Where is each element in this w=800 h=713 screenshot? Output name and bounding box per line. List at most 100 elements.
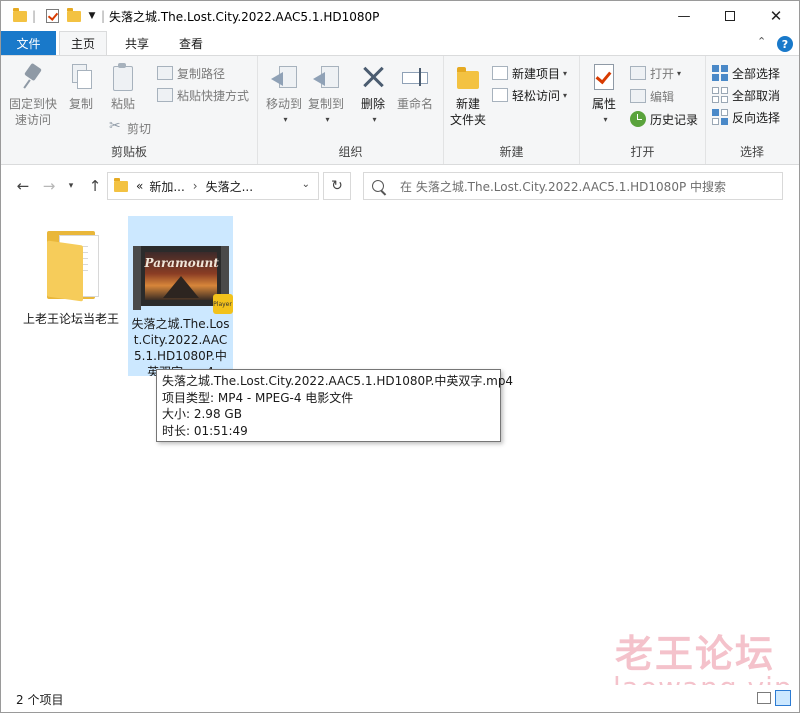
- item-count: 2 个项目: [16, 693, 64, 707]
- select-all-button[interactable]: 全部选择: [712, 63, 780, 83]
- ribbon: 固定到快 速访问 复制 粘贴 复制路径 粘贴快捷方式 剪切 剪贴: [1, 55, 799, 165]
- copy-to-icon: [311, 62, 341, 92]
- paste-shortcut-button[interactable]: 粘贴快捷方式: [157, 85, 249, 105]
- easy-access-button[interactable]: 轻松访问 ▾: [492, 85, 567, 105]
- new-folder-button[interactable]: 新建 文件夹: [446, 62, 490, 128]
- navigation-bar: ← → ▾ ↑ « 新加... › 失落之... ⌄ ↻ 在 失落之城.The.…: [1, 165, 799, 207]
- item-name: 上老王论坛当老王: [23, 312, 120, 326]
- delete-button[interactable]: 删除 ▾: [356, 62, 390, 128]
- up-button[interactable]: ↑: [85, 176, 105, 196]
- collapse-ribbon-icon[interactable]: ⌃: [757, 35, 766, 48]
- thumbnail-brand-text: Paramount: [144, 256, 219, 270]
- new-folder-icon: [453, 62, 483, 92]
- select-none-button[interactable]: 全部取消: [712, 85, 780, 105]
- chevron-right-icon: ›: [192, 179, 198, 193]
- cut-button[interactable]: 剪切: [109, 118, 151, 138]
- chevron-down-icon: ▾: [677, 68, 682, 78]
- folder-icon: [114, 177, 128, 192]
- customize-quick-access-icon[interactable]: ▼: [85, 7, 99, 25]
- copy-to-button[interactable]: 复制到 ▾: [304, 62, 348, 128]
- tooltip-name: 失落之城.The.Lost.City.2022.AAC5.1.HD1080P.中…: [162, 374, 514, 388]
- edit-button[interactable]: 编辑: [630, 86, 674, 106]
- open-button[interactable]: 打开 ▾: [630, 63, 681, 83]
- folder-icon: [11, 7, 29, 25]
- invert-selection-button[interactable]: 反向选择: [712, 107, 780, 127]
- tab-home[interactable]: 主页: [59, 31, 107, 55]
- back-button[interactable]: ←: [13, 176, 33, 196]
- chevron-down-icon: ▾: [563, 90, 568, 100]
- copy-icon: [70, 62, 92, 90]
- new-item-button[interactable]: 新建项目 ▾: [492, 63, 567, 83]
- group-new: 新建 文件夹 新建项目 ▾ 轻松访问 ▾ 新建: [444, 56, 580, 164]
- breadcrumb-current-folder[interactable]: 失落之...: [206, 178, 253, 195]
- paste-icon: [111, 62, 135, 92]
- player-badge-icon: Player: [212, 294, 233, 314]
- paste-shortcut-icon: [157, 88, 173, 102]
- forward-button[interactable]: →: [39, 176, 59, 196]
- explorer-window: | ▼ | 失落之城.The.Lost.City.2022.AAC5.1.HD1…: [0, 0, 800, 713]
- search-box[interactable]: 在 失落之城.The.Lost.City.2022.AAC5.1.HD1080P…: [363, 172, 783, 200]
- arrow-left-icon: ←: [16, 177, 30, 195]
- breadcrumb-overflow[interactable]: «: [136, 179, 143, 193]
- folder-icon: [39, 223, 103, 305]
- tooltip-duration: 时长: 01:51:49: [162, 423, 248, 438]
- tooltip-type: 项目类型: MP4 - MPEG-4 电影文件: [162, 390, 354, 405]
- group-label-clipboard: 剪贴板: [110, 145, 147, 159]
- close-button[interactable]: ✕: [753, 1, 799, 31]
- copy-button[interactable]: 复制: [63, 62, 99, 112]
- address-bar[interactable]: « 新加... › 失落之... ⌄: [107, 172, 319, 200]
- properties-quick-icon[interactable]: [43, 7, 61, 25]
- status-bar: 2 个项目: [1, 685, 799, 712]
- group-label-select: 选择: [739, 145, 764, 159]
- group-label-open: 打开: [630, 145, 655, 159]
- details-view-icon[interactable]: [757, 692, 771, 704]
- paste-button[interactable]: 粘贴: [105, 62, 141, 112]
- maximize-button[interactable]: [707, 1, 753, 31]
- close-icon: ✕: [769, 7, 783, 25]
- minimize-icon: —: [677, 8, 691, 24]
- list-item-folder[interactable]: 上老王论坛当老王: [23, 223, 119, 327]
- breadcrumb-drive[interactable]: 新加...: [149, 178, 184, 195]
- item-name: 失落之城.The.Lost.City.2022.AAC5.1.HD1080P.中…: [131, 317, 230, 376]
- group-clipboard: 固定到快 速访问 复制 粘贴 复制路径 粘贴快捷方式 剪切 剪贴: [1, 56, 258, 164]
- new-folder-quick-icon[interactable]: [65, 7, 83, 25]
- properties-icon: [590, 62, 618, 92]
- chevron-down-icon[interactable]: ⌄: [302, 179, 310, 190]
- move-to-button[interactable]: 移动到 ▾: [262, 62, 306, 128]
- search-icon: [372, 180, 384, 192]
- copy-path-button[interactable]: 复制路径: [157, 63, 225, 83]
- separator: |: [100, 9, 106, 23]
- title-bar: | ▼ | 失落之城.The.Lost.City.2022.AAC5.1.HD1…: [1, 1, 799, 31]
- tab-view[interactable]: 查看: [167, 31, 215, 55]
- history-icon: [630, 111, 646, 127]
- group-label-new: 新建: [499, 145, 524, 159]
- recent-locations-button[interactable]: ▾: [61, 176, 81, 196]
- edit-icon: [630, 89, 646, 103]
- minimize-button[interactable]: —: [661, 1, 707, 31]
- chevron-down-icon: ▾: [372, 115, 377, 124]
- open-icon: [630, 66, 646, 80]
- ribbon-tabs: 文件 主页 共享 查看 ⌃: [1, 31, 799, 55]
- easy-access-icon: [492, 88, 508, 102]
- video-thumbnail: Paramount Player: [132, 246, 233, 314]
- pin-quick-access-button[interactable]: 固定到快 速访问: [7, 62, 59, 128]
- rename-icon: [400, 62, 430, 92]
- history-button[interactable]: 历史记录: [630, 109, 698, 129]
- tab-file[interactable]: 文件: [1, 31, 56, 55]
- refresh-button[interactable]: ↻: [323, 172, 351, 200]
- arrow-right-icon: →: [42, 177, 56, 195]
- search-placeholder: 在 失落之城.The.Lost.City.2022.AAC5.1.HD1080P…: [400, 179, 726, 194]
- properties-button[interactable]: 属性 ▾: [586, 62, 622, 128]
- help-icon[interactable]: ?: [777, 36, 793, 52]
- arrow-up-icon: ↑: [88, 177, 102, 195]
- tab-share[interactable]: 共享: [113, 31, 161, 55]
- chevron-down-icon: ▾: [603, 115, 608, 124]
- chevron-down-icon: ▾: [325, 115, 330, 124]
- list-item-video-selected[interactable]: Paramount Player 失落之城.The.Lost.City.2022…: [128, 216, 233, 376]
- copy-path-icon: [157, 66, 173, 80]
- chevron-down-icon: ▾: [563, 68, 568, 78]
- rename-button[interactable]: 重命名: [394, 62, 436, 112]
- group-organize: 移动到 ▾ 复制到 ▾ 删除 ▾ 重命名 组织: [258, 56, 444, 164]
- large-icons-view-icon[interactable]: [775, 690, 791, 706]
- new-item-icon: [492, 66, 508, 80]
